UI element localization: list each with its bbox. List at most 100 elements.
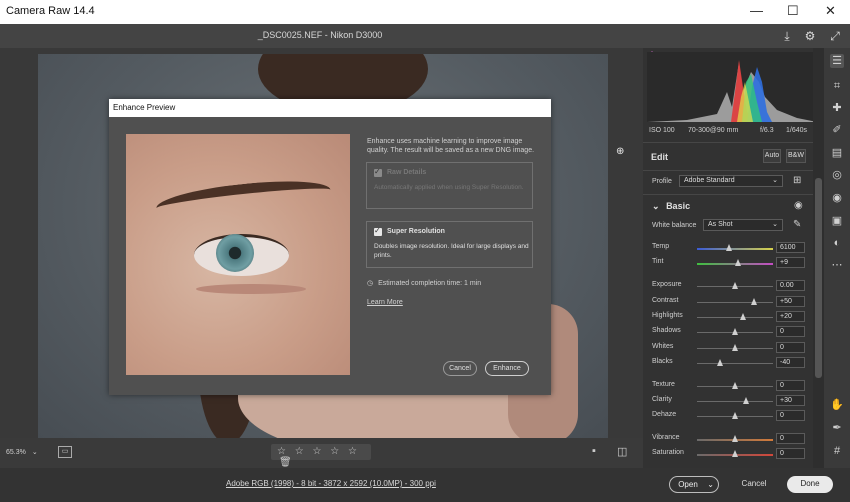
edit-sliders-icon[interactable]: ☰ [830,54,844,68]
clarity-slider[interactable] [697,397,773,404]
clarity-value[interactable]: +30 [776,395,805,406]
before-after-icon[interactable]: ◫ [617,445,627,458]
rating-stars[interactable]: ☆ ☆ ☆ ☆ ☆ [277,446,360,457]
trash-icon[interactable]: 🗑 [279,457,295,468]
snapshots-icon[interactable]: ▣ [830,214,844,228]
enhance-button[interactable]: Enhance [485,361,529,376]
contrast-slider[interactable] [697,298,773,305]
auto-button[interactable]: Auto [763,149,781,163]
highlights-value[interactable]: +20 [776,311,805,322]
app-title: Camera Raw 14.4 [6,5,95,17]
eyedropper-icon[interactable]: ✎ [793,219,801,230]
highlights-slider[interactable] [697,313,773,320]
vibrance-slider[interactable] [697,435,773,442]
open-button[interactable]: Open ⌄ [669,476,719,493]
maximize-button[interactable]: ☐ [787,3,799,19]
dehaze-slider[interactable] [697,412,773,419]
filmstrip-icon[interactable]: ▭ [58,446,72,458]
tint-slider[interactable] [697,259,773,266]
zoom-tool-icon[interactable]: ⊕ [616,146,628,158]
texture-slider[interactable] [697,382,773,389]
close-window-button[interactable]: ✕ [825,3,836,19]
dialog-description: Enhance uses machine learning to improve… [367,138,535,154]
shadows-slider-thumb[interactable] [732,328,738,335]
contrast-slider-thumb[interactable] [751,298,757,305]
clarity-label: Clarity [652,396,672,403]
blacks-value[interactable]: -40 [776,357,805,368]
learn-more-link[interactable]: Learn More [367,299,403,306]
vibrance-slider-thumb[interactable] [732,435,738,442]
saturation-value[interactable]: 0 [776,448,805,459]
temp-slider[interactable] [697,244,773,251]
tint-value[interactable]: +9 [776,257,805,268]
super-resolution-checkbox[interactable] [374,226,382,236]
basic-section-header[interactable]: ⌄ Basic [652,201,690,212]
tint-slider-thumb[interactable] [735,259,742,266]
raw-details-checkbox[interactable] [374,167,382,177]
red-eye-icon[interactable]: ◉ [830,191,844,205]
linear-gradient-icon[interactable]: ▤ [830,146,844,160]
color-sampler-icon[interactable]: ✒ [830,421,844,435]
star-rating[interactable]: ☆ ☆ ☆ ☆ ☆ 🗑 [271,444,371,468]
texture-slider-thumb[interactable] [732,382,738,389]
save-icon[interactable]: ⤓ [780,29,794,43]
super-resolution-desc: Doubles image resolution. Ideal for larg… [374,243,529,259]
cancel-main-button[interactable]: Cancel [732,476,776,493]
healing-icon[interactable]: ✚ [830,101,844,115]
chevron-down-icon[interactable]: ⌄ [707,477,714,492]
shadows-slider[interactable] [697,328,773,335]
blacks-slider[interactable] [697,359,773,366]
workflow-options-link[interactable]: Adobe RGB (1998) - 8 bit - 3872 x 2592 (… [226,479,436,488]
profile-dropdown[interactable]: Adobe Standard ⌄ [679,175,783,187]
crop-icon[interactable]: ⌗ [830,79,844,93]
blacks-slider-thumb[interactable] [716,359,723,366]
radial-gradient-icon[interactable]: ◎ [830,168,844,182]
panel-scrollbar[interactable] [813,48,824,468]
exposure-slider-thumb[interactable] [732,282,738,289]
bw-button[interactable]: B&W [786,149,806,163]
profile-browser-icon[interactable]: ⊞ [793,175,801,186]
dehaze-value[interactable]: 0 [776,410,805,421]
white-balance-dropdown[interactable]: As Shot ⌄ [703,219,783,231]
clock-icon: ◷ [367,280,374,287]
exposure-value[interactable]: 0.00 [776,280,805,291]
shadows-label: Shadows [652,327,681,334]
histogram-graph [647,60,817,122]
shadows-value[interactable]: 0 [776,326,805,337]
highlights-slider-thumb[interactable] [739,313,746,320]
cancel-button[interactable]: Cancel [443,361,477,376]
saturation-slider-thumb[interactable] [732,450,738,457]
texture-value[interactable]: 0 [776,380,805,391]
white-balance-value: As Shot [708,221,733,228]
gear-icon[interactable]: ⚙ [803,29,817,43]
highlights-label: Highlights [652,312,683,319]
whites-slider[interactable] [697,344,773,351]
minimize-button[interactable]: — [750,3,763,18]
exposure-slider[interactable] [697,282,773,289]
clarity-slider-thumb[interactable] [743,397,750,404]
more-icon[interactable]: ⋯ [830,258,844,272]
raw-details-desc: Automatically applied when using Super R… [374,184,524,191]
zoom-level[interactable]: 65.3% ⌄ [6,448,38,456]
presets-icon[interactable]: ◐ [830,236,844,250]
done-button[interactable]: Done [787,476,833,493]
scrollbar-thumb[interactable] [815,178,822,378]
whites-value[interactable]: 0 [776,342,805,353]
histogram [647,52,817,122]
temp-value[interactable]: 6100 [776,242,805,253]
vibrance-value[interactable]: 0 [776,433,805,444]
brush-icon[interactable]: ✐ [830,123,844,137]
grid-icon[interactable]: # [830,444,844,458]
whites-slider-thumb[interactable] [732,344,738,351]
enhance-preview-image[interactable] [126,134,350,375]
eye-icon[interactable]: ◉ [794,200,803,211]
saturation-slider[interactable] [697,450,773,457]
temp-slider-thumb[interactable] [725,244,732,251]
contrast-value[interactable]: +50 [776,296,805,307]
fullscreen-icon[interactable]: ⤢ [828,29,842,43]
super-resolution-option[interactable]: Super Resolution Doubles image resolutio… [366,221,533,268]
temp-label: Temp [652,243,670,250]
hand-icon[interactable]: ✋ [830,398,844,412]
dehaze-slider-thumb[interactable] [732,412,738,419]
view-icon[interactable]: ▪ [592,445,596,457]
